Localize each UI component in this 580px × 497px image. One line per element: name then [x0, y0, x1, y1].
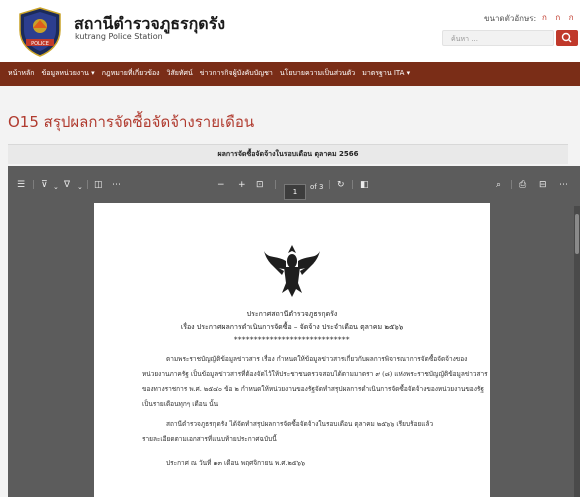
nav-item-privacy-policy[interactable]: นโยบายความเป็นส่วนตัว: [280, 68, 355, 79]
document-heading: ประกาศสถานีตำรวจภูธรกุดรัง: [246, 310, 338, 318]
pdf-viewer: ☰ | ⊽ ⌄ ∇ ⌄ | ◫ ⋯ − + ⊡ | 1 of 3 | ↻ | ◧…: [8, 166, 580, 497]
zoom-out-icon[interactable]: −: [217, 179, 225, 191]
logo-text: POLICE: [31, 41, 49, 47]
main-nav: หน้าหลัก ข้อมูลหน่วยงาน ▾ กฎหมายที่เกี่ย…: [0, 62, 580, 86]
nav-item-home[interactable]: หน้าหลัก: [8, 68, 34, 79]
pdf-page: ประกาศสถานีตำรวจภูธรกุดรัง เรื่อง ประกาศ…: [94, 203, 490, 497]
zoom-in-icon[interactable]: +: [238, 179, 246, 191]
document-paragraph-line: รายละเอียดตามเอกสารที่แนบท้ายประกาศฉบับน…: [142, 435, 277, 443]
viewer-scrollbar-thumb[interactable]: [575, 214, 579, 254]
page-title: O15 สรุปผลการจัดซื้อจัดจ้างรายเดือน: [8, 113, 255, 131]
document-paragraph-line: ตามพระราชบัญญัติข้อมูลข่าวสาร เรื่อง กำห…: [166, 355, 468, 363]
site-header: POLICE สถานีตำรวจภูธรกุดรัง kutrang Poli…: [0, 0, 580, 62]
toolbar-divider: |: [328, 180, 332, 190]
more-tools-icon[interactable]: ⋯: [112, 179, 121, 191]
find-icon[interactable]: ⌕: [496, 179, 501, 191]
page-view-icon[interactable]: ◧: [360, 179, 369, 191]
toolbar-divider: |: [274, 180, 278, 190]
nav-item-commander-news[interactable]: ข่าวการกิจผู้บังคับบัญชา: [200, 68, 273, 79]
font-size-options[interactable]: ก ก ก: [542, 11, 577, 24]
sidebar-toggle-icon[interactable]: ☰: [17, 179, 25, 191]
search-input[interactable]: ค้นหา ...: [442, 30, 554, 46]
document-caption: ผลการจัดซื้อจัดจ้างในรอบเดือน ตุลาคม 256…: [217, 150, 359, 158]
document-paragraph-line: ของทางราชการ พ.ศ. ๒๕๔๐ ข้อ ๒ กำหนดให้หน่…: [142, 385, 484, 393]
text-tool-icon[interactable]: ◫: [94, 179, 103, 191]
font-size-label: ขนาดตัวอักษร:: [484, 14, 537, 23]
document-subject: เรื่อง ประกาศผลการดำเนินการจัดซื้อ – จัด…: [180, 323, 404, 331]
document-date-line: ประกาศ ณ วันที่ ๑๓ เดือน พฤศจิกายน พ.ศ.๒…: [166, 459, 305, 467]
search-button[interactable]: [556, 30, 578, 46]
rotate-icon[interactable]: ↻: [337, 179, 345, 191]
highlight-tool-icon[interactable]: ⊽: [41, 179, 48, 191]
draw-tool-icon[interactable]: ∇: [64, 179, 70, 191]
highlight-dropdown-icon[interactable]: ⌄: [53, 181, 59, 193]
toolbar-divider: |: [86, 180, 90, 190]
print-icon[interactable]: ⎙: [519, 179, 526, 191]
police-logo[interactable]: POLICE: [14, 6, 66, 58]
draw-dropdown-icon[interactable]: ⌄: [77, 181, 83, 193]
document-paragraph-line: สถานีตำรวจภูธรกุดรัง ได้จัดทำสรุปผลการจั…: [166, 420, 434, 428]
toolbar-divider: |: [351, 180, 355, 190]
nav-item-ita-standard[interactable]: มาตรฐาน ITA ▾: [362, 68, 410, 79]
fit-page-icon[interactable]: ⊡: [256, 179, 264, 191]
toolbar-divider: |: [510, 180, 514, 190]
garuda-emblem: [264, 245, 320, 297]
page: POLICE สถานีตำรวจภูธรกุดรัง kutrang Poli…: [0, 0, 580, 497]
page-total: of 3: [310, 183, 324, 191]
document-caption-bar: ผลการจัดซื้อจัดจ้างในรอบเดือน ตุลาคม 256…: [8, 144, 568, 164]
nav-item-agency-info[interactable]: ข้อมูลหน่วยงาน ▾: [41, 68, 94, 79]
document-separator: *****************************: [234, 336, 350, 344]
site-subtitle: kutrang Police Station: [75, 32, 163, 41]
toolbar-divider: |: [32, 180, 36, 190]
more-options-icon[interactable]: ⋯: [559, 179, 568, 191]
pdf-toolbar: ☰ | ⊽ ⌄ ∇ ⌄ | ◫ ⋯ − + ⊡ | 1 of 3 | ↻ | ◧…: [8, 175, 580, 200]
document-paragraph-line: เป็นรายเดือนทุกๆ เดือน นั้น: [142, 400, 219, 408]
search-icon: [561, 32, 572, 43]
page-number-input[interactable]: 1: [284, 184, 306, 200]
nav-item-vision[interactable]: วิสัยทัศน์: [167, 68, 193, 79]
save-icon[interactable]: ⊟: [539, 179, 547, 191]
nav-item-laws[interactable]: กฎหมายที่เกี่ยวข้อง: [102, 68, 160, 79]
document-paragraph-line: หน่วยงานภาครัฐ เป็นข้อมูลข่าวสารที่ต้องจ…: [142, 370, 488, 378]
